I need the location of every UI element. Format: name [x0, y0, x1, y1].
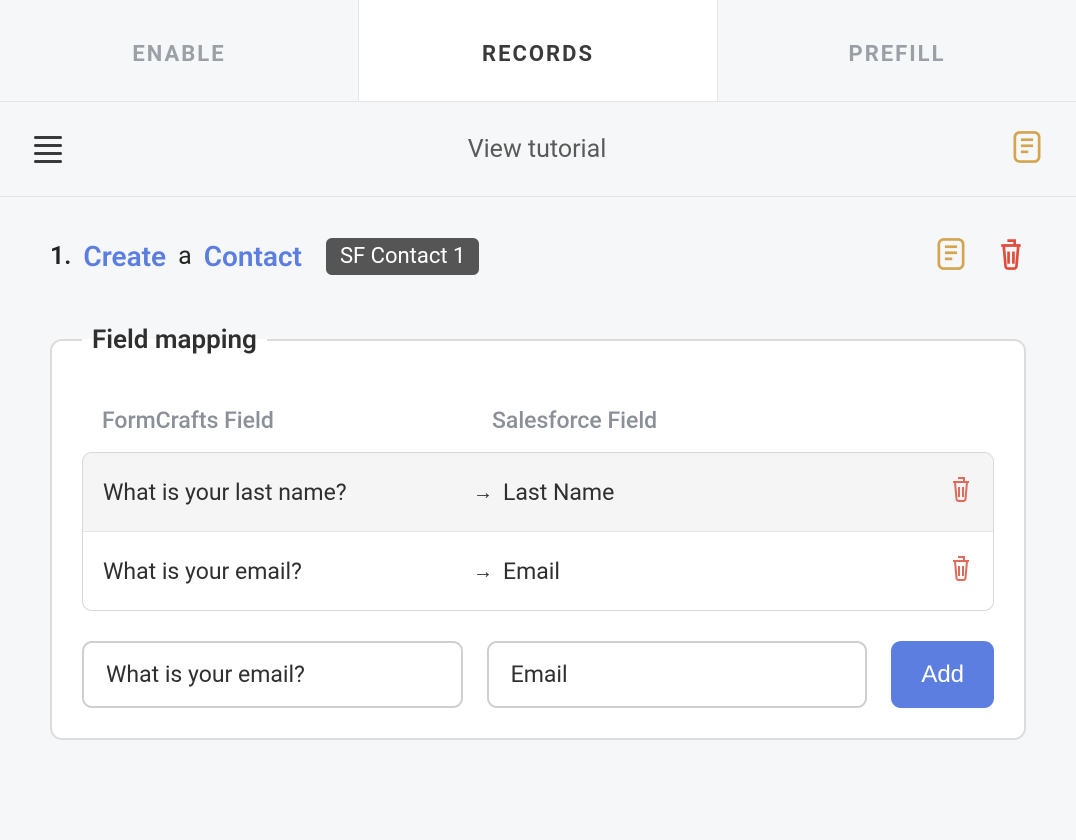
record-number: 1. — [50, 242, 71, 271]
tab-enable[interactable]: ENABLE — [0, 0, 358, 101]
tutorial-doc-icon[interactable] — [1012, 130, 1042, 168]
mapping-source: What is your email? — [103, 558, 473, 585]
record-connector: a — [178, 242, 192, 271]
menu-icon[interactable] — [34, 136, 62, 163]
mapping-target: Email — [503, 558, 913, 585]
notes-icon[interactable] — [936, 237, 966, 275]
record-badge: SF Contact 1 — [326, 238, 479, 275]
tabs: ENABLE RECORDS PREFILL — [0, 0, 1076, 102]
delete-mapping-icon[interactable] — [949, 554, 973, 588]
record-object-dropdown[interactable]: Contact — [204, 240, 302, 273]
add-mapping-button[interactable]: Add — [891, 641, 994, 708]
mapping-headers: FormCrafts Field Salesforce Field — [82, 389, 994, 452]
field-mapping-legend: Field mapping — [82, 325, 267, 355]
record-action-dropdown[interactable]: Create — [83, 240, 166, 273]
content: 1. Create a Contact SF Contact 1 — [0, 197, 1076, 740]
mapping-table: What is your last name? → Last Name — [82, 452, 994, 611]
tab-records[interactable]: RECORDS — [358, 0, 718, 101]
target-column-header: Salesforce Field — [492, 407, 914, 434]
new-target-input[interactable] — [487, 641, 868, 708]
mapping-row: What is your last name? → Last Name — [83, 453, 993, 532]
toolbar-title[interactable]: View tutorial — [468, 135, 607, 164]
delete-record-icon[interactable] — [996, 237, 1026, 275]
delete-mapping-icon[interactable] — [949, 475, 973, 509]
mapping-source: What is your last name? — [103, 479, 473, 506]
mapping-target: Last Name — [503, 479, 913, 506]
arrow-icon: → — [473, 559, 503, 584]
field-mapping-section: Field mapping FormCrafts Field Salesforc… — [50, 325, 1026, 740]
toolbar: View tutorial — [0, 102, 1076, 197]
record-header: 1. Create a Contact SF Contact 1 — [50, 237, 1026, 275]
add-mapping-row: Add — [82, 641, 994, 708]
arrow-icon: → — [473, 480, 503, 505]
tab-prefill[interactable]: PREFILL — [718, 0, 1076, 101]
mapping-row: What is your email? → Email — [83, 532, 993, 610]
source-column-header: FormCrafts Field — [102, 407, 492, 434]
new-source-input[interactable] — [82, 641, 463, 708]
